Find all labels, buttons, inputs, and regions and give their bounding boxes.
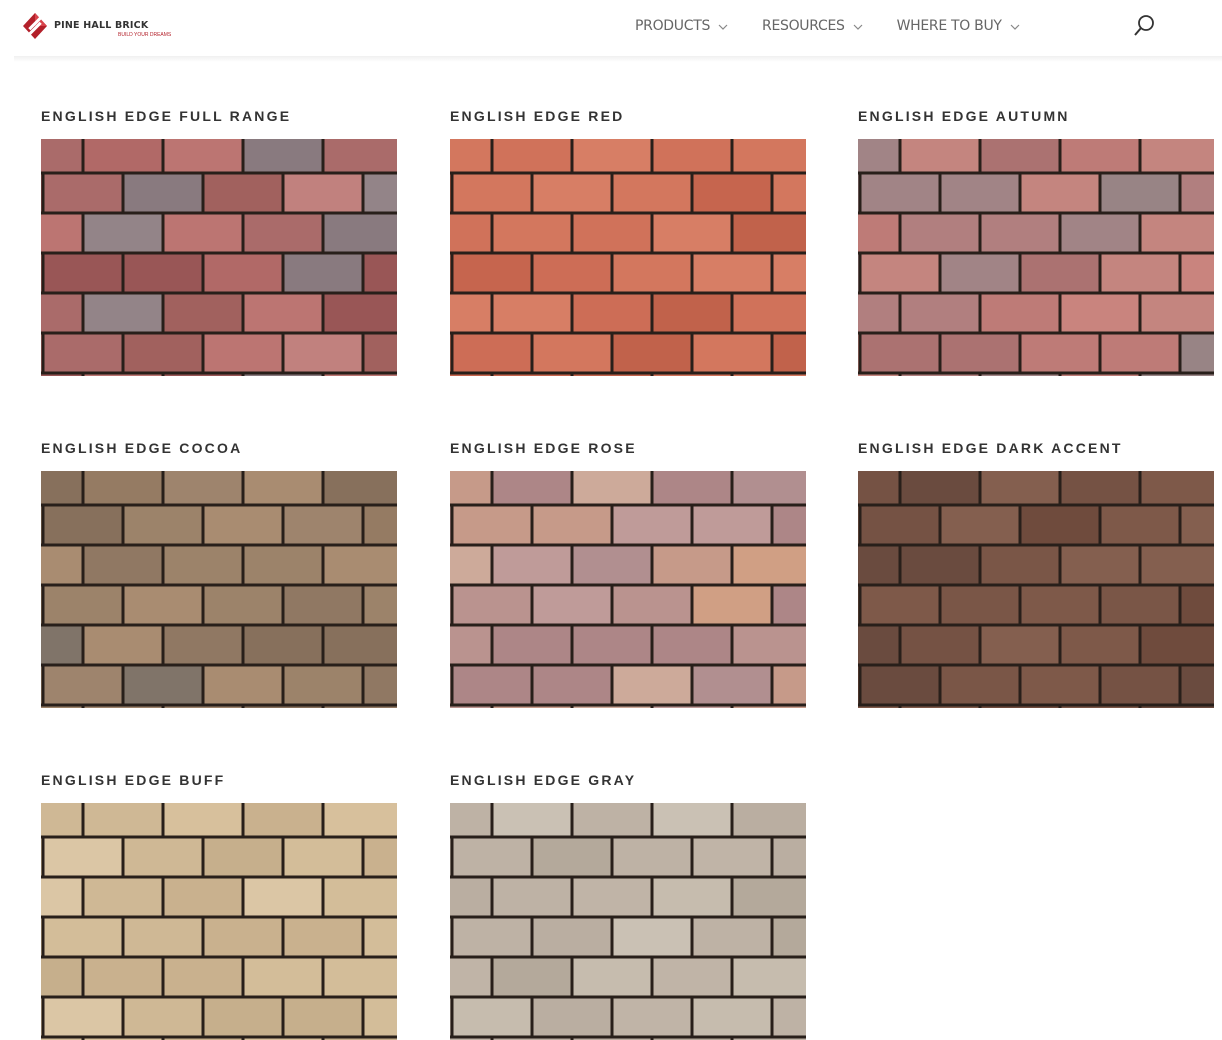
main-nav: PRODUCTS RESOURCES WHERE TO BUY (635, 15, 1054, 37)
brick-logo-icon (22, 12, 48, 40)
product-card[interactable]: ENGLISH EDGE GRAY (450, 770, 806, 790)
product-card[interactable]: ENGLISH EDGE AUTUMN (858, 106, 1214, 126)
product-card[interactable]: ENGLISH EDGE BUFF (41, 770, 397, 790)
product-card[interactable]: ENGLISH EDGE FULL RANGE (41, 106, 397, 126)
brick-pattern (858, 139, 1214, 376)
chevron-down-icon (718, 18, 728, 34)
brick-swatch-image[interactable] (450, 139, 806, 376)
brick-swatch-image[interactable] (450, 471, 806, 708)
product-title[interactable]: ENGLISH EDGE DARK ACCENT (858, 438, 1214, 458)
product-title[interactable]: ENGLISH EDGE RED (450, 106, 806, 126)
header-divider (14, 56, 1222, 62)
product-card[interactable]: ENGLISH EDGE COCOA (41, 438, 397, 458)
product-title[interactable]: ENGLISH EDGE AUTUMN (858, 106, 1214, 126)
brick-swatch-image[interactable] (858, 139, 1214, 376)
product-title[interactable]: ENGLISH EDGE GRAY (450, 770, 806, 790)
brick-pattern (450, 139, 806, 376)
product-title[interactable]: ENGLISH EDGE BUFF (41, 770, 397, 790)
logo-name: PINE HALL BRICK (54, 20, 148, 31)
brick-swatch-image[interactable] (41, 803, 397, 1040)
chevron-down-icon (1010, 18, 1020, 34)
nav-item-products[interactable]: PRODUCTS (635, 18, 728, 34)
chevron-down-icon (853, 18, 863, 34)
product-title[interactable]: ENGLISH EDGE FULL RANGE (41, 106, 397, 126)
nav-item-where-to-buy[interactable]: WHERE TO BUY (897, 18, 1020, 34)
brick-pattern (41, 471, 397, 708)
brick-pattern (450, 471, 806, 708)
logo-tagline: BUILD YOUR DREAMS (118, 32, 171, 38)
nav-item-label: PRODUCTS (635, 18, 710, 34)
brick-pattern (41, 803, 397, 1040)
brick-pattern (450, 803, 806, 1040)
nav-item-label: RESOURCES (762, 18, 845, 34)
brick-swatch-image[interactable] (450, 803, 806, 1040)
product-card[interactable]: ENGLISH EDGE ROSE (450, 438, 806, 458)
product-title[interactable]: ENGLISH EDGE ROSE (450, 438, 806, 458)
search-icon[interactable] (1133, 13, 1157, 37)
product-card[interactable]: ENGLISH EDGE DARK ACCENT (858, 438, 1214, 458)
site-header: PINE HALL BRICK BUILD YOUR DREAMS PRODUC… (0, 0, 1222, 58)
site-logo[interactable]: PINE HALL BRICK BUILD YOUR DREAMS (22, 8, 182, 44)
product-title[interactable]: ENGLISH EDGE COCOA (41, 438, 397, 458)
brick-swatch-image[interactable] (41, 139, 397, 376)
product-card[interactable]: ENGLISH EDGE RED (450, 106, 806, 126)
brick-swatch-image[interactable] (41, 471, 397, 708)
brick-pattern (41, 139, 397, 376)
nav-item-resources[interactable]: RESOURCES (762, 18, 863, 34)
brick-pattern (858, 471, 1214, 708)
brick-swatch-image[interactable] (858, 471, 1214, 708)
nav-item-label: WHERE TO BUY (897, 18, 1002, 34)
